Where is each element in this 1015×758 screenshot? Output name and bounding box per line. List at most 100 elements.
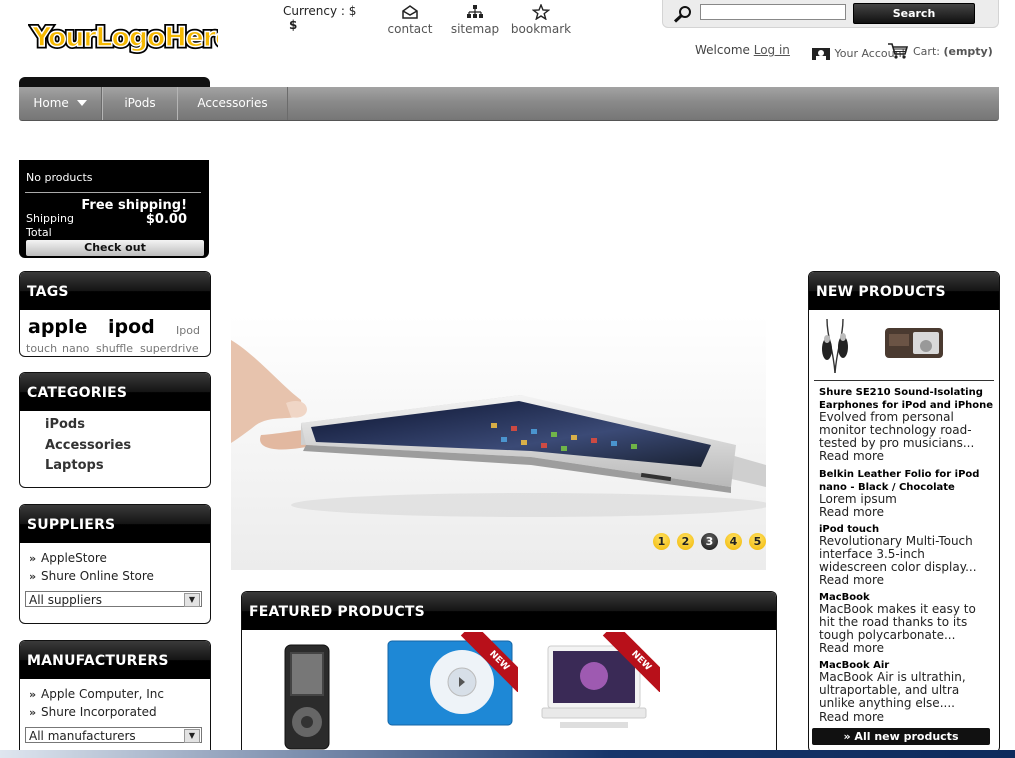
double-chevron-icon: »	[29, 706, 37, 719]
suppliers-title: SUPPLIERS	[20, 505, 210, 543]
cart-block: No products Free shipping! Shipping $0.0…	[19, 160, 209, 258]
cart-label: Cart:	[913, 45, 940, 58]
welcome-line: Welcome Log in	[695, 43, 790, 57]
account-icon	[812, 48, 830, 60]
nav-item-accessories[interactable]: Accessories	[177, 87, 288, 120]
suppliers-select-value: All suppliers	[29, 593, 103, 607]
category-link[interactable]: iPods	[45, 417, 85, 432]
star-icon	[532, 4, 550, 20]
slider-page-5[interactable]: 5	[749, 533, 766, 550]
slider-page-4[interactable]: 4	[725, 533, 742, 550]
read-more-link[interactable]: Read more	[819, 641, 884, 655]
tags-block: TAGS apple ipod Ipod touch nano shuffle …	[19, 271, 211, 357]
shipping-label: Shipping	[26, 212, 74, 225]
tag-link[interactable]: touch	[26, 342, 57, 355]
sitemap-link[interactable]: sitemap	[450, 4, 500, 36]
nav-item-home[interactable]: Home	[19, 87, 102, 120]
ipad-slide-image	[231, 315, 766, 570]
categories-title: CATEGORIES	[20, 373, 210, 411]
search-icon	[673, 6, 691, 23]
welcome-text: Welcome	[695, 43, 750, 57]
manufacturers-select[interactable]: All manufacturers ▼	[25, 727, 202, 743]
new-product-desc: Evolved from personal monitor technology…	[819, 410, 975, 450]
category-link[interactable]: Laptops	[45, 458, 104, 473]
checkout-button[interactable]: Check out	[26, 240, 204, 256]
bookmark-link[interactable]: bookmark	[510, 4, 572, 36]
contact-link[interactable]: contact	[386, 4, 434, 36]
bottom-taskbar-strip	[0, 750, 1015, 758]
read-more-link[interactable]: Read more	[819, 449, 884, 463]
dropdown-arrow-icon: ▼	[184, 593, 200, 607]
new-products-title: NEW PRODUCTS	[809, 272, 999, 310]
new-badge-ribbon: NEW	[458, 632, 518, 692]
slider-page-1[interactable]: 1	[653, 533, 670, 550]
product-thumb-leather-folio[interactable]	[883, 324, 945, 366]
manufacturer-link[interactable]: » Shure Incorporated	[29, 705, 157, 719]
search-input[interactable]	[700, 4, 846, 20]
new-badge-text: NEW	[460, 632, 518, 692]
shipping-value: $0.00	[145, 212, 187, 227]
new-product-desc: MacBook makes it easy to hit the road th…	[819, 602, 976, 642]
manufacturers-title: MANUFACTURERS	[20, 641, 210, 679]
slider-page-3[interactable]: 3	[701, 533, 718, 550]
manufacturer-label: Apple Computer, Inc	[41, 687, 164, 701]
currency-selector[interactable]: $	[289, 18, 297, 32]
dropdown-arrow-icon	[76, 100, 87, 106]
slider-page-2[interactable]: 2	[677, 533, 694, 550]
tag-link[interactable]: superdrive	[140, 342, 199, 355]
nav-item-label: Accessories	[197, 96, 268, 110]
new-badge-ribbon: NEW	[600, 632, 660, 692]
promo-slider[interactable]	[231, 315, 766, 570]
category-link[interactable]: Accessories	[45, 438, 131, 453]
sitemap-icon	[467, 5, 483, 18]
all-new-products-button[interactable]: » All new products	[812, 728, 990, 745]
cart-divider	[25, 192, 201, 193]
svg-text:YourLogoHere: YourLogoHere	[31, 22, 218, 53]
new-product-title[interactable]: Shure SE210 Sound-Isolating Earphones fo…	[819, 386, 994, 412]
dropdown-arrow-icon: ▼	[184, 729, 200, 743]
new-products-divider	[814, 380, 994, 381]
read-more-link[interactable]: Read more	[819, 505, 884, 519]
manufacturers-block: MANUFACTURERS » Apple Computer, Inc » Shur…	[19, 640, 211, 751]
supplier-link[interactable]: » AppleStore	[29, 551, 107, 565]
site-logo[interactable]: YourLogoHere YourLogoHere	[28, 14, 236, 60]
suppliers-select[interactable]: All suppliers ▼	[25, 591, 202, 607]
total-label: Total	[26, 226, 52, 239]
product-thumb-earphones[interactable]	[817, 317, 853, 377]
contact-label: contact	[387, 22, 433, 36]
tags-title: TAGS	[20, 272, 210, 310]
read-more-link[interactable]: Read more	[819, 573, 884, 587]
tag-link[interactable]: nano	[62, 342, 89, 355]
supplier-label: AppleStore	[41, 551, 107, 565]
nav-item-label: iPods	[124, 96, 156, 110]
search-box: Search	[662, 0, 999, 28]
login-link[interactable]: Log in	[754, 43, 790, 57]
supplier-label: Shure Online Store	[41, 569, 154, 583]
nav-item-label: Home	[33, 96, 69, 110]
read-more-link[interactable]: Read more	[819, 710, 884, 724]
bookmark-label: bookmark	[510, 22, 572, 36]
suppliers-block: SUPPLIERS » AppleStore » Shure Online Stor…	[19, 504, 211, 624]
new-product-title[interactable]: Belkin Leather Folio for iPod nano - Bla…	[819, 468, 994, 494]
product-image-ipod-nano[interactable]	[284, 644, 330, 754]
currency-label: Currency : $	[283, 4, 357, 18]
manufacturer-link[interactable]: » Apple Computer, Inc	[29, 687, 164, 701]
tag-link[interactable]: Ipod	[176, 324, 200, 337]
tag-link[interactable]: shuffle	[96, 342, 133, 355]
double-chevron-icon: »	[29, 688, 37, 701]
cart-link[interactable]: Cart: (empty)	[888, 43, 993, 59]
tag-link[interactable]: ipod	[108, 316, 155, 338]
new-products-block: NEW PRODUCTS Shure SE210 Sound-Isolating…	[808, 271, 1000, 753]
tag-link[interactable]: apple	[28, 316, 87, 338]
categories-block: CATEGORIES iPods Accessories Laptops	[19, 372, 211, 488]
supplier-link[interactable]: » Shure Online Store	[29, 569, 154, 583]
new-badge-text: NEW	[602, 632, 660, 692]
double-chevron-icon: »	[29, 570, 37, 583]
envelope-icon	[402, 5, 418, 19]
double-chevron-icon: »	[29, 552, 37, 565]
nav-item-ipods[interactable]: iPods	[102, 87, 178, 120]
search-button[interactable]: Search	[853, 3, 975, 24]
featured-products-block: FEATURED PRODUCTS NEW NEW	[241, 591, 777, 757]
manufacturer-label: Shure Incorporated	[41, 705, 157, 719]
new-product-desc: Revolutionary Multi-Touch interface 3.5-…	[819, 534, 977, 574]
